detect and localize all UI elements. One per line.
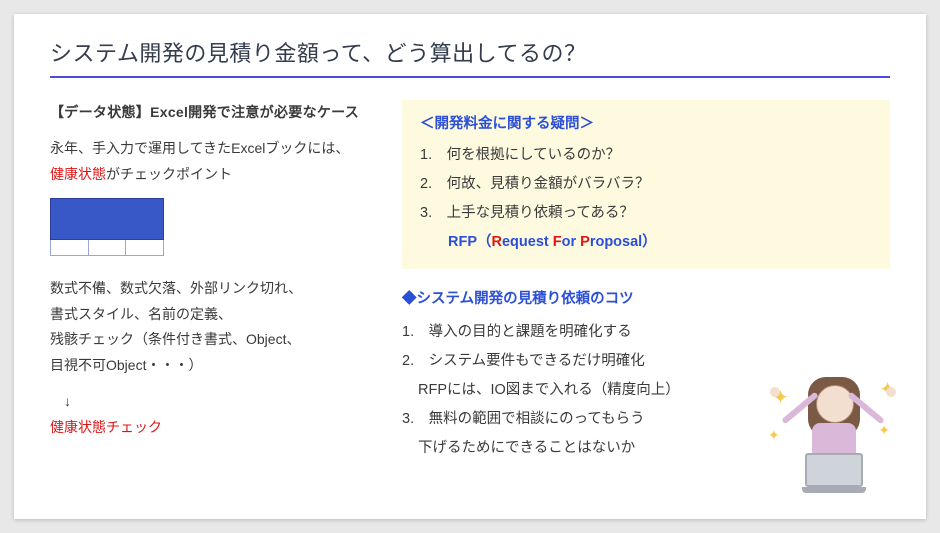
arrow-down-icon: ↓ bbox=[64, 389, 370, 415]
tip-text: 導入の目的と課題を明確化する bbox=[429, 324, 632, 340]
tip-text: システム要件もできるだけ明確化 bbox=[429, 353, 645, 369]
checklist-line: 書式スタイル、名前の定義、 bbox=[50, 306, 232, 322]
slide: システム開発の見積り金額って、どう算出してるの？ 【データ状態】Excel開発で… bbox=[14, 14, 926, 519]
checklist-line: 目視不可Object・・・） bbox=[50, 357, 202, 373]
left-heading: 【データ状態】Excel開発で注意が必要なケース bbox=[50, 100, 370, 126]
rfp-equest: equest bbox=[502, 234, 553, 250]
empty-cell bbox=[126, 240, 164, 256]
question-item: 3. 上手な見積り依頼ってある？ bbox=[420, 199, 872, 228]
tip-text: 無料の範囲で相談にのってもらう bbox=[429, 411, 645, 427]
table-row bbox=[50, 240, 164, 256]
rfp-p: P bbox=[580, 234, 590, 250]
rfp-roposal: roposal） bbox=[590, 234, 657, 250]
question-item: 1. 何を根拠にしているのか？ bbox=[420, 141, 872, 170]
rfp-or: or bbox=[562, 234, 581, 250]
table-illustration bbox=[50, 198, 164, 258]
rfp-label: RFP（ bbox=[448, 234, 492, 250]
page-frame: システム開発の見積り金額って、どう算出してるの？ 【データ状態】Excel開発で… bbox=[0, 0, 940, 533]
hand-icon bbox=[770, 387, 780, 397]
sparkle-icon: ✦ bbox=[878, 422, 890, 439]
question-item: 2. 何故、見積り金額がバラバラ？ bbox=[420, 170, 872, 199]
checklist-line: 残骸チェック（条件付き書式、Object、 bbox=[50, 331, 300, 347]
content-columns: 【データ状態】Excel開発で注意が必要なケース 永年、手入力で運用してきたEx… bbox=[50, 100, 890, 463]
empty-cell bbox=[50, 240, 89, 256]
tips-heading: ◆システム開発の見積り依頼のコツ bbox=[402, 285, 890, 314]
tip-item: 1. 導入の目的と課題を明確化する bbox=[402, 318, 890, 347]
person-laptop-illustration: ✦ ✦ ✦ ✦ bbox=[768, 367, 898, 497]
questions-heading: ＜開発料金に関する疑問＞ bbox=[420, 110, 872, 139]
rfp-r: R bbox=[492, 234, 502, 250]
table-head-icon bbox=[50, 198, 164, 240]
hand-icon bbox=[886, 387, 896, 397]
rfp-line: RFP（Request For Proposal） bbox=[420, 228, 872, 257]
left-column: 【データ状態】Excel開発で注意が必要なケース 永年、手入力で運用してきたEx… bbox=[50, 100, 370, 463]
left-intro: 永年、手入力で運用してきたExcelブックには、 健康状態がチェックポイント bbox=[50, 136, 370, 188]
question-text: 何故、見積り金額がバラバラ？ bbox=[447, 176, 650, 192]
laptop-base-icon bbox=[802, 487, 866, 493]
sparkle-icon: ✦ bbox=[768, 427, 780, 444]
left-intro-prefix: 永年、手入力で運用してきたExcelブックには、 bbox=[50, 140, 349, 156]
question-text: 上手な見積り依頼ってある？ bbox=[447, 205, 634, 221]
face-icon bbox=[816, 385, 854, 423]
question-text: 何を根拠にしているのか？ bbox=[447, 147, 621, 163]
health-check-label: 健康状態チェック bbox=[50, 415, 370, 441]
rfp-f: F bbox=[553, 234, 562, 250]
left-checklist: 数式不備、数式欠落、外部リンク切れ、 書式スタイル、名前の定義、 残骸チェック（… bbox=[50, 276, 370, 380]
laptop-screen-icon bbox=[805, 453, 863, 487]
page-title: システム開発の見積り金額って、どう算出してるの？ bbox=[50, 36, 890, 78]
torso-icon bbox=[812, 423, 856, 457]
tips-heading-text: システム開発の見積り依頼のコツ bbox=[417, 291, 634, 307]
laptop-icon bbox=[802, 453, 866, 491]
diamond-icon: ◆ bbox=[402, 291, 417, 307]
empty-cell bbox=[89, 240, 127, 256]
questions-box: ＜開発料金に関する疑問＞ 1. 何を根拠にしているのか？ 2. 何故、見積り金額… bbox=[402, 100, 890, 269]
checklist-line: 数式不備、数式欠落、外部リンク切れ、 bbox=[50, 280, 302, 296]
health-keyword: 健康状態 bbox=[50, 166, 106, 182]
left-intro-suffix: がチェックポイント bbox=[106, 166, 232, 182]
